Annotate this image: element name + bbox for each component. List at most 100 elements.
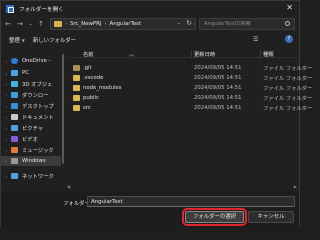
column-header-date[interactable]: 更新日時 — [194, 50, 215, 58]
scroll-left-icon[interactable]: ◀ — [67, 184, 70, 189]
breadcrumb-separator-icon: › — [65, 21, 67, 27]
download-icon — [11, 92, 18, 98]
picture-icon — [11, 125, 18, 131]
column-header-type[interactable]: 種類 — [263, 50, 274, 58]
chevron-down-icon: ▼ — [21, 38, 25, 43]
drive-icon — [11, 158, 18, 164]
sidebar-item-desktop[interactable]: › デスクトップ — [1, 101, 61, 111]
cloud-icon — [11, 58, 18, 64]
chevron-right-icon[interactable]: › — [3, 115, 9, 120]
file-date: 2024/09/05 14:51 — [194, 65, 242, 71]
file-name: .vscode — [83, 75, 104, 81]
organize-menu[interactable]: 整理 ▼ — [9, 36, 25, 44]
folder-icon — [73, 85, 80, 91]
address-bar[interactable]: › Src_NewPRJ › AngularTest ⌄ ↻ — [50, 18, 196, 30]
sidebar-item-label: ダウンロー — [22, 93, 49, 99]
file-list: 名前 ︿ 更新日時 種類 .git 2024/09/05 14:51 ファイル … — [67, 48, 312, 185]
title-bar: フォルダーを開く ✕ — [1, 1, 299, 16]
navigation-bar: ← → ⌄ ↑ › Src_NewPRJ › AngularTest ⌄ ↻ — [1, 16, 299, 32]
window-title: フォルダーを開く — [19, 6, 64, 13]
file-row[interactable]: node_modules 2024/09/05 14:51 ファイル フォルダー — [67, 83, 312, 93]
new-folder-button[interactable]: 新しいフォルダー — [33, 36, 76, 44]
sidebar-item-label: Windows — [22, 158, 46, 164]
column-header-name[interactable]: 名前 — [83, 50, 94, 58]
folder-icon — [73, 65, 80, 71]
sidebar-item-label: ミュージック — [22, 148, 54, 154]
navigation-pane-scrollbar[interactable] — [61, 48, 65, 185]
cube-icon — [11, 81, 18, 87]
column-divider[interactable] — [191, 50, 192, 58]
chevron-right-icon[interactable]: › — [3, 174, 9, 179]
horizontal-scrollbar[interactable]: ◀ ▶ — [67, 184, 297, 190]
refresh-icon[interactable]: ↻ — [186, 19, 192, 27]
file-date: 2024/09/05 14:51 — [194, 75, 242, 81]
breadcrumb-segment[interactable]: Src_NewPRJ — [70, 21, 102, 27]
forward-arrow-icon[interactable]: → — [15, 20, 25, 28]
sort-ascending-icon: ︿ — [129, 52, 135, 58]
sidebar-item-label: PC — [22, 70, 29, 76]
sidebar-item-label: デスクトップ — [22, 104, 54, 110]
sidebar-item-pc[interactable]: ⌄ PC — [1, 68, 61, 78]
breadcrumb-separator-icon: › — [104, 21, 107, 27]
view-options-icon[interactable]: ☰ — [253, 36, 258, 43]
sidebar-item-documents[interactable]: › ドキュメント — [1, 112, 61, 122]
file-row[interactable]: .git 2024/09/05 14:51 ファイル フォルダー — [67, 63, 312, 73]
command-bar: 整理 ▼ 新しいフォルダー ☰ ? — [1, 34, 299, 46]
up-arrow-icon[interactable]: ↑ — [36, 20, 46, 28]
recent-locations-chevron-icon[interactable]: ⌄ — [27, 21, 34, 27]
sidebar-item-videos[interactable]: › ビデオ — [1, 134, 61, 144]
sidebar-item-windows-drive[interactable]: › Windows — [1, 156, 61, 166]
sidebar-item-label: 3D オブジェ — [22, 82, 53, 88]
sidebar-item-label: ビデオ — [22, 137, 38, 143]
file-date: 2024/09/05 14:51 — [194, 105, 242, 111]
folder-icon — [73, 95, 80, 101]
document-icon — [11, 114, 18, 120]
file-row[interactable]: .vscode 2024/09/05 14:51 ファイル フォルダー — [67, 73, 312, 83]
sidebar-item-pictures[interactable]: › ピクチャ — [1, 123, 61, 133]
chevron-down-icon[interactable]: ⌄ — [3, 71, 9, 76]
pc-icon — [11, 70, 18, 76]
back-arrow-icon[interactable]: ← — [3, 20, 13, 28]
video-icon — [11, 136, 18, 142]
network-icon — [11, 173, 18, 179]
help-icon[interactable]: ? — [285, 35, 293, 43]
chevron-right-icon[interactable]: › — [3, 159, 9, 164]
search-input[interactable] — [204, 21, 284, 27]
sidebar-item-network[interactable]: › ネットワーク — [1, 171, 61, 181]
folder-icon — [73, 105, 80, 111]
folder-name-field[interactable] — [87, 196, 295, 207]
music-icon — [11, 147, 18, 153]
sidebar-item-onedrive[interactable]: › OneDrive - — [1, 56, 61, 66]
organize-label: 整理 — [9, 38, 20, 44]
chevron-right-icon[interactable]: › — [3, 104, 9, 109]
sidebar-item-label: ピクチャ — [22, 126, 44, 132]
chevron-right-icon[interactable]: › — [3, 59, 9, 64]
file-type: ファイル フォルダー — [263, 96, 313, 102]
chevron-right-icon[interactable]: › — [3, 126, 9, 131]
chevron-right-icon[interactable]: › — [3, 137, 9, 142]
vscode-app-icon — [6, 4, 14, 13]
scroll-right-icon[interactable]: ▶ — [294, 184, 297, 189]
chevron-right-icon[interactable]: › — [3, 148, 9, 153]
file-row[interactable]: public 2024/09/05 14:51 ファイル フォルダー — [67, 93, 312, 103]
open-folder-dialog: フォルダーを開く ✕ ← → ⌄ ↑ › Src_NewPRJ › Angula… — [0, 0, 312, 227]
file-name: .git — [83, 65, 92, 71]
scrollbar-thumb[interactable] — [62, 54, 64, 164]
sidebar-item-3d-objects[interactable]: › 3D オブジェ — [1, 79, 61, 89]
address-dropdown-chevron-icon[interactable]: ⌄ — [177, 20, 181, 26]
cancel-button[interactable]: キャンセル — [248, 211, 294, 223]
sidebar-item-downloads[interactable]: › ダウンロー — [1, 90, 61, 100]
select-folder-button[interactable]: フォルダーの選択 — [182, 208, 247, 226]
file-row[interactable]: src 2024/09/05 14:51 ファイル フォルダー — [67, 103, 312, 113]
file-date: 2024/09/05 14:51 — [194, 85, 242, 91]
folder-icon — [54, 21, 62, 27]
chevron-right-icon[interactable]: › — [3, 82, 9, 87]
sidebar-item-music[interactable]: › ミュージック — [1, 145, 61, 155]
file-name: public — [83, 95, 99, 101]
breadcrumb-segment[interactable]: AngularTest — [110, 21, 142, 27]
close-icon[interactable]: ✕ — [286, 3, 293, 12]
search-box[interactable] — [199, 18, 295, 30]
column-divider[interactable] — [260, 50, 261, 58]
chevron-right-icon[interactable]: › — [3, 93, 9, 98]
file-type: ファイル フォルダー — [263, 106, 313, 112]
